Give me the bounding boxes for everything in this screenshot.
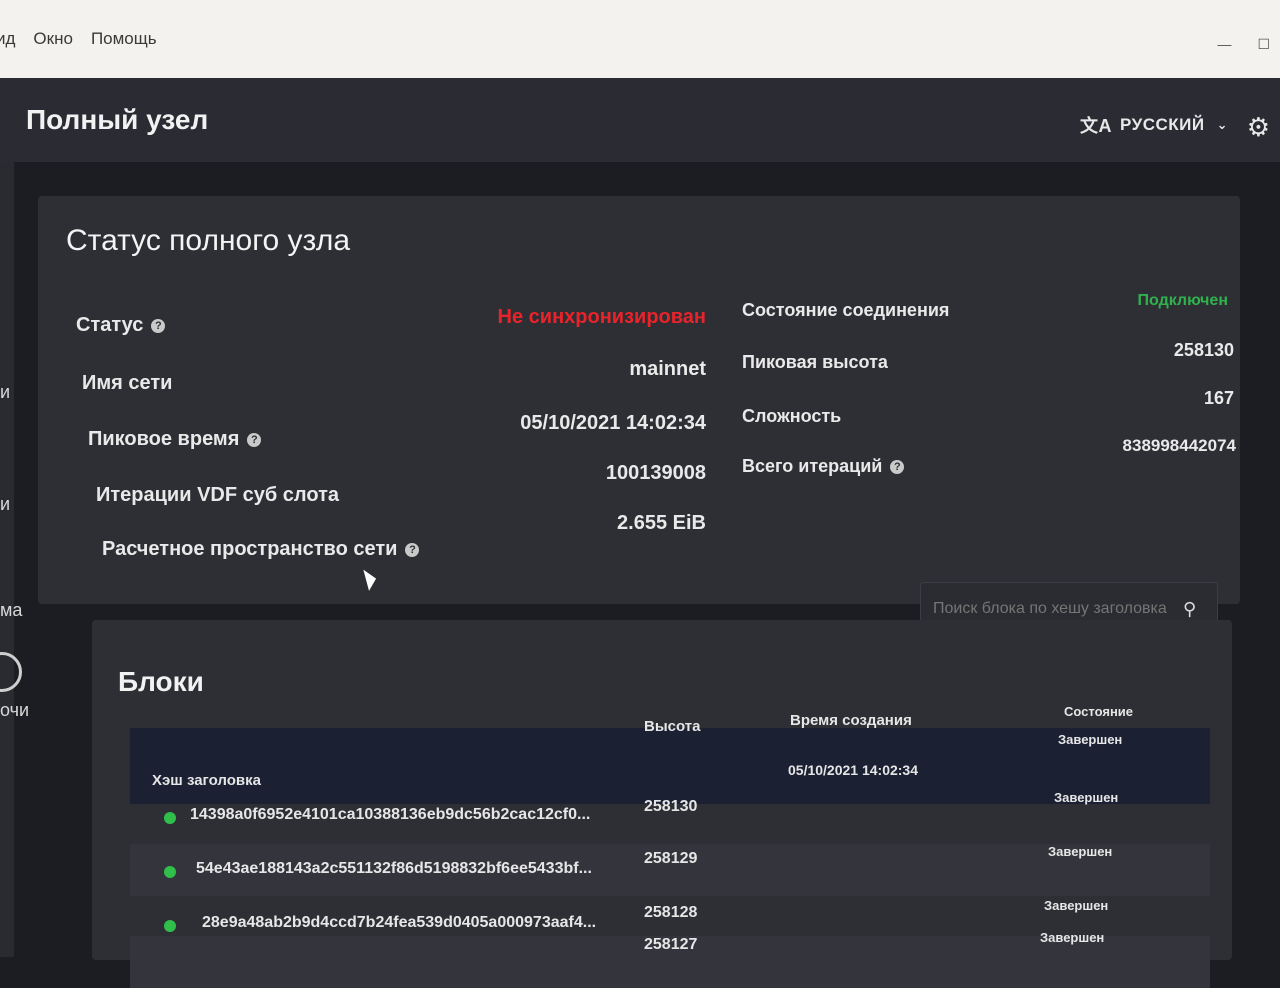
network-space-value: 2.655 EiB <box>617 512 706 534</box>
block-hash[interactable]: 54e43ae188143a2c551132f86d5198832bf6ee54… <box>196 860 592 878</box>
full-node-status-card: Статус полного узла Статус? Не синхрониз… <box>38 196 1240 604</box>
sidebar-item-icon[interactable] <box>0 652 22 692</box>
connection-status-value: Подключен <box>1137 292 1229 309</box>
block-state: Завершен <box>1058 732 1123 747</box>
status-dot <box>164 920 176 932</box>
blocks-title: Блоки <box>118 666 204 697</box>
chevron-down-icon: ⌄ <box>1216 117 1228 132</box>
help-icon[interactable]: ? <box>247 432 262 447</box>
connection-status-label: Состояние соединения <box>742 300 950 320</box>
block-state: Завершен <box>1054 790 1119 805</box>
peak-time-label: Пиковое время? <box>88 428 262 451</box>
menubar: ид Окно Помощь — ☐ <box>0 0 1280 78</box>
total-iterations-label: Всего итераций? <box>742 456 905 477</box>
sidebar <box>0 162 14 957</box>
block-height: 258127 <box>644 936 698 953</box>
minimize-icon[interactable]: — <box>1217 36 1231 53</box>
status-card-title: Статус полного узла <box>66 224 351 257</box>
block-time: 05/10/2021 14:02:34 <box>788 762 918 778</box>
language-selector[interactable]: 文A РУССКИЙ ⌄ <box>1080 112 1228 138</box>
status-label: Статус? <box>76 314 166 337</box>
status-dot <box>164 812 176 824</box>
block-height: 258128 <box>644 904 698 921</box>
difficulty-value: 167 <box>1203 388 1234 408</box>
block-state: Завершен <box>1040 930 1105 945</box>
network-name-label: Имя сети <box>82 372 173 394</box>
sidebar-item-label[interactable]: очи <box>0 700 29 721</box>
table-row[interactable]: 54e43ae188143a2c551132f86d5198832bf6ee54… <box>130 844 1210 896</box>
network-name-value: mainnet <box>629 358 706 380</box>
block-state: Завершен <box>1048 844 1113 859</box>
menu-item-window[interactable]: Окно <box>33 29 73 49</box>
vdf-iterations-value: 100139008 <box>605 462 706 484</box>
peak-height-value: 258130 <box>1173 340 1234 360</box>
network-space-label: Расчетное пространство сети? <box>102 538 420 561</box>
blocks-card: Блоки Хэш заголовка Высота Время создани… <box>92 620 1232 988</box>
status-value: Не синхронизирован <box>497 306 706 328</box>
help-icon[interactable]: ? <box>405 542 420 557</box>
sidebar-item-label[interactable]: и <box>0 382 10 403</box>
translate-icon: 文A <box>1080 116 1113 136</box>
block-height: 258129 <box>644 850 698 867</box>
difficulty-label: Сложность <box>742 406 842 426</box>
block-state: Завершен <box>1044 898 1109 913</box>
column-header-height[interactable]: Высота <box>644 718 700 735</box>
block-hash[interactable]: 28e9a48ab2b9d4ccd7b24fea539d0405a000973a… <box>202 914 596 932</box>
page-title: Полный узел <box>26 104 209 135</box>
status-dot <box>164 866 176 878</box>
gear-icon[interactable]: ⚙ <box>1247 112 1270 143</box>
language-label: РУССКИЙ <box>1120 115 1205 134</box>
column-header-hash[interactable]: Хэш заголовка <box>152 772 261 789</box>
total-iterations-value: 838998442074 <box>1122 436 1236 455</box>
window-controls: — ☐ <box>1217 36 1270 53</box>
search-icon[interactable]: ⚲ <box>1183 599 1196 620</box>
column-header-time[interactable]: Время создания <box>790 712 912 729</box>
search-input[interactable] <box>931 599 1175 619</box>
vdf-iterations-label: Итерации VDF суб слота <box>96 484 339 506</box>
peak-time-value: 05/10/2021 14:02:34 <box>520 412 706 434</box>
app-header: Полный узел 文A РУССКИЙ ⌄ ⚙ <box>0 78 1280 162</box>
menu-item-partial[interactable]: ид <box>0 29 15 49</box>
sidebar-item-label[interactable]: и <box>0 494 10 515</box>
help-icon[interactable]: ? <box>151 318 166 333</box>
sidebar-item-label[interactable]: ма <box>0 600 22 621</box>
column-header-state[interactable]: Состояние <box>1064 704 1133 719</box>
maximize-icon[interactable]: ☐ <box>1257 36 1270 53</box>
menu-item-help[interactable]: Помощь <box>91 29 157 49</box>
block-height: 258130 <box>644 798 698 815</box>
peak-height-label: Пиковая высота <box>742 352 888 372</box>
block-hash[interactable]: 14398a0f6952e4101ca10388136eb9dc56b2cac1… <box>190 806 590 824</box>
table-row[interactable]: 14398a0f6952e4101ca10388136eb9dc56b2cac1… <box>130 790 1210 842</box>
table-row[interactable]: 258127 Завершен <box>130 930 1210 988</box>
help-icon[interactable]: ? <box>890 460 905 475</box>
